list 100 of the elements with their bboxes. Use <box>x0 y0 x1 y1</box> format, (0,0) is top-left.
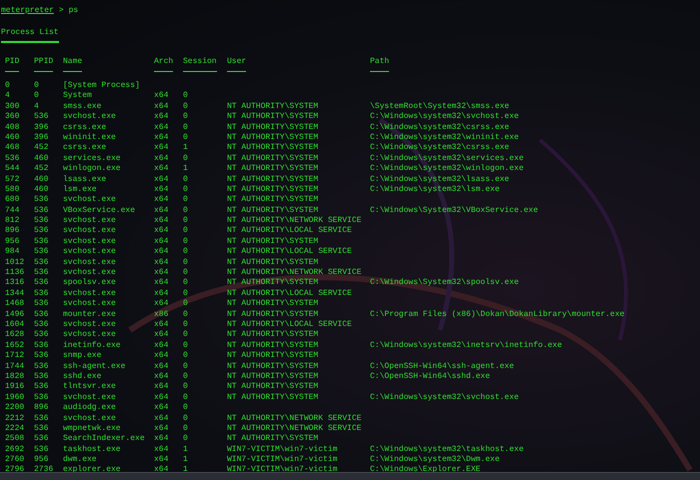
table-cell-text: C:\Windows\system32\winlogon.exe <box>370 164 525 175</box>
table-cell-text: 4 <box>34 102 40 112</box>
table-cell-text: C:\Windows\system32\wininit.exe <box>370 132 520 143</box>
table-cell-text: 0 <box>183 226 189 237</box>
table-cell-text: 1744 <box>5 362 26 372</box>
table-cell-text: 2796 <box>5 465 26 476</box>
table-cell-text: 0 <box>183 382 189 393</box>
table-cell-text: 536 <box>34 444 50 456</box>
table-cell-text: x64 <box>154 330 170 341</box>
table-cell-text: NT AUTHORITY\SYSTEM <box>227 122 320 133</box>
table-cell-text: 1012 <box>5 258 26 268</box>
table-cell-text: x64 <box>154 465 170 476</box>
table-cell-text: 1628 <box>5 330 26 341</box>
table-cell-text: NT AUTHORITY\SYSTEM <box>227 372 320 382</box>
table-cell-text: NT AUTHORITY\SYSTEM <box>227 102 320 112</box>
table-cell-text: spoolsv.exe <box>63 278 117 289</box>
table-cell-text: x64 <box>154 414 170 424</box>
table-cell-text: 1 <box>183 465 189 476</box>
table-cell-text: NT AUTHORITY\SYSTEM <box>227 143 320 154</box>
table-cell-text: 1 <box>183 444 189 456</box>
table-cell-text: x64 <box>154 174 170 185</box>
table-cell-text: wmpnetwk.exe <box>63 424 122 434</box>
table-cell-text: NT AUTHORITY\SYSTEM <box>227 310 320 320</box>
table-cell-text: 536 <box>34 351 50 362</box>
table-cell-text: 536 <box>34 310 50 320</box>
table-cell-text: NT AUTHORITY\SYSTEM <box>227 258 320 268</box>
table-cell-text: 536 <box>34 392 50 404</box>
table-cell-text: 0 <box>183 330 189 341</box>
table-cell-text: NT AUTHORITY\SYSTEM <box>227 206 320 216</box>
table-cell-text: 544 <box>5 164 20 175</box>
column-header: Session <box>183 57 217 72</box>
table-cell-text: 0 <box>5 81 11 92</box>
table-cell-text: WIN7-VICTIM\win7-victim <box>227 465 338 476</box>
table-cell-text: x64 <box>154 112 170 123</box>
table-cell-text: 1828 <box>5 372 26 382</box>
table-cell-text: 0 <box>183 372 189 382</box>
table-cell-text: x64 <box>154 236 170 248</box>
table-cell-text: 536 <box>34 434 50 445</box>
table-cell-text: System <box>63 91 93 102</box>
table-cell-text: NT AUTHORITY\LOCAL SERVICE <box>227 226 353 237</box>
table-cell-text: 536 <box>34 258 50 268</box>
table-cell-text: NT AUTHORITY\SYSTEM <box>227 278 320 289</box>
table-cell-text: 460 <box>34 154 50 164</box>
table-cell-text: x64 <box>154 424 170 434</box>
table-cell-text: mounter.exe <box>63 310 117 320</box>
table-cell-text: csrss.exe <box>63 143 108 154</box>
table-cell-text: 0 <box>183 247 189 258</box>
table-cell-text: svchost.exe <box>63 288 117 299</box>
table-cell-text: x64 <box>154 143 170 154</box>
column-header: User <box>227 57 246 72</box>
table-cell-text: C:\Windows\System32\VBoxService.exe <box>370 206 540 216</box>
table-cell-text: 536 <box>34 226 50 237</box>
table-cell-text: [System Process] <box>63 81 141 92</box>
table-cell-text: 1496 <box>5 310 26 320</box>
table-cell-text: 452 <box>34 143 50 154</box>
table-cell-text: 680 <box>5 195 20 206</box>
table-cell-text: 0 <box>34 91 40 102</box>
table-cell-text: 536 <box>34 206 50 216</box>
table-cell-text: x64 <box>154 351 170 362</box>
table-cell-text: x64 <box>154 340 170 352</box>
column-header: Path <box>370 57 390 72</box>
table-cell-text: C:\Windows\system32\svchost.exe <box>370 392 520 404</box>
table-cell-text: C:\Windows\system32\Dwm.exe <box>370 455 501 465</box>
table-cell-text: 536 <box>34 268 50 278</box>
table-cell-text: svchost.exe <box>63 392 117 403</box>
table-cell-text: NT AUTHORITY\LOCAL SERVICE <box>227 320 353 330</box>
table-cell-text: 2508 <box>5 434 26 445</box>
table-cell-text: 0 <box>183 268 189 278</box>
table-cell-text: 896 <box>5 226 20 237</box>
table-cell-text: smss.exe <box>63 102 102 112</box>
table-cell-text: x64 <box>154 444 170 456</box>
table-cell-text: 536 <box>34 340 50 352</box>
table-cell-text: svchost.exe <box>63 236 117 247</box>
table-cell-text: 2200 <box>5 403 26 414</box>
table-cell-text: 452 <box>34 164 50 175</box>
table-cell-text: C:\OpenSSH-Win64\ssh-agent.exe <box>370 362 516 372</box>
table-cell-text: svchost.exe <box>63 216 117 226</box>
table-cell-text: VBoxService.exe <box>63 206 136 216</box>
table-cell-text: 536 <box>34 424 50 434</box>
table-cell-text: C:\Windows\system32\lsass.exe <box>370 174 510 185</box>
table-cell-text: 0 <box>183 320 189 330</box>
table-cell-text: 536 <box>34 236 50 248</box>
table-cell-text: svchost.exe <box>63 299 117 310</box>
column-header: Name <box>63 57 82 72</box>
table-cell-text: snmp.exe <box>63 351 102 362</box>
table-cell-text: svchost.exe <box>63 247 117 258</box>
table-cell-text: 580 <box>5 184 20 196</box>
table-cell-text: NT AUTHORITY\LOCAL SERVICE <box>227 247 353 258</box>
table-cell-text: x64 <box>154 392 170 404</box>
table-cell-text: wininit.exe <box>63 132 117 144</box>
table-cell-text: NT AUTHORITY\NETWORK SERVICE <box>227 424 362 434</box>
table-cell-text: 2224 <box>5 424 26 434</box>
table-cell-text: explorer.exe <box>63 465 122 476</box>
table-cell-text: 0 <box>183 184 189 196</box>
table-cell-text: 0 <box>183 434 189 445</box>
table-cell-text: 460 <box>34 174 50 185</box>
table-cell-text: svchost.exe <box>63 258 117 268</box>
table-cell-text: C:\Windows\system32\lsm.exe <box>370 184 501 196</box>
table-cell-text: NT AUTHORITY\SYSTEM <box>227 174 320 185</box>
table-cell-text: 536 <box>34 288 50 300</box>
